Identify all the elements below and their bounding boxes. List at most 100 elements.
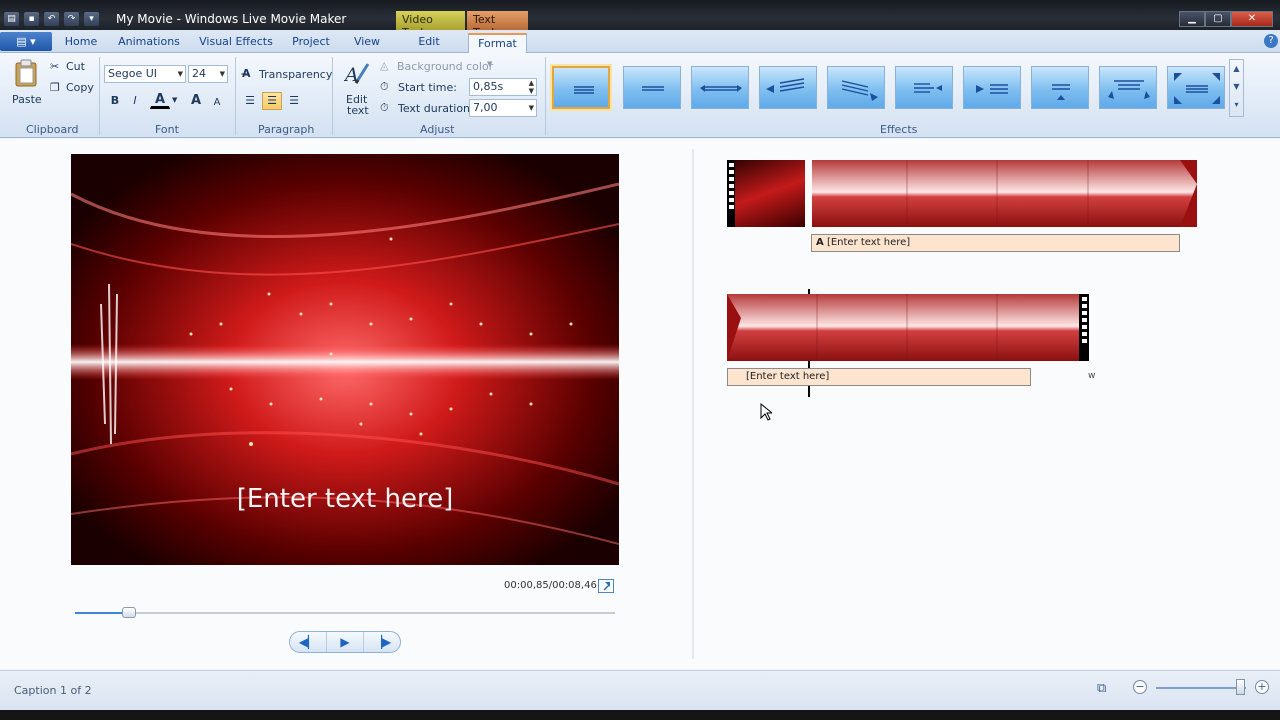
playback-controls: ◀▏ ▶ ▕▶ xyxy=(289,631,401,653)
zoom-out-button[interactable]: − xyxy=(1133,680,1147,694)
tab-edit[interactable]: Edit xyxy=(407,33,451,53)
adjust-group-label: Adjust xyxy=(420,123,455,136)
seek-handle[interactable] xyxy=(122,607,136,618)
start-time-value: 0,85s xyxy=(473,80,504,93)
app-icon[interactable]: ▤ xyxy=(4,12,19,26)
scroll-up-icon[interactable]: ▲ xyxy=(1230,60,1243,78)
storyboard-clip-2[interactable] xyxy=(812,160,1197,227)
edit-text-label-2[interactable]: text xyxy=(347,104,369,117)
help-icon[interactable]: ? xyxy=(1264,34,1278,48)
tab-view[interactable]: View xyxy=(349,33,385,53)
cut-button[interactable]: Cut xyxy=(66,60,85,73)
caption-bar-2[interactable]: [Enter text here] xyxy=(727,368,1031,386)
separator xyxy=(99,57,100,135)
save-icon[interactable]: ▪ xyxy=(24,12,39,26)
film-strip-icon xyxy=(727,160,735,227)
effects-gallery-scroll[interactable]: ▲ ▼ ▾ xyxy=(1229,59,1244,117)
bold-button[interactable]: B xyxy=(106,92,124,110)
font-family-value: Segoe UI xyxy=(108,67,158,80)
effect-scroll[interactable] xyxy=(691,66,749,109)
pane-divider[interactable] xyxy=(692,149,694,659)
redo-icon[interactable]: ↷ xyxy=(64,12,79,26)
zoom-slider-thumb[interactable] xyxy=(1235,679,1245,695)
chevron-down-icon: ▼ xyxy=(487,60,493,68)
storyboard-clip-3[interactable] xyxy=(727,294,1089,361)
effect-cinematic[interactable] xyxy=(623,66,681,109)
spinner-icon[interactable]: ▲ ▼ xyxy=(529,79,534,95)
align-center-button[interactable]: ☰ xyxy=(262,92,282,110)
italic-button[interactable]: I xyxy=(126,92,144,110)
separator xyxy=(332,57,333,135)
context-text-tools: Text Tools xyxy=(467,11,528,39)
more-icon[interactable]: ▾ xyxy=(1230,96,1243,114)
effect-rise[interactable] xyxy=(1099,66,1157,109)
effect-none[interactable] xyxy=(552,66,610,109)
clip-2-thumbnails xyxy=(812,160,1197,227)
shrink-font-button[interactable]: A xyxy=(208,94,226,112)
text-duration-label: Text duration: xyxy=(398,102,474,115)
seek-bar[interactable] xyxy=(75,612,615,614)
effect-expand[interactable] xyxy=(1167,66,1225,109)
scroll-down-icon[interactable]: ▼ xyxy=(1230,78,1243,96)
quick-access-toolbar: ▤ ▪ ↶ ↷ ▾ xyxy=(4,12,99,26)
window-controls: ▁ ▢ ✕ xyxy=(1179,11,1273,27)
clipboard-group-label: Clipboard xyxy=(26,123,79,136)
start-time-label: Start time: xyxy=(398,81,457,94)
previous-frame-button[interactable]: ◀▏ xyxy=(290,632,327,652)
application-menu-button[interactable]: ▤ ▾ xyxy=(0,32,52,51)
transparency-icon[interactable]: A̶ xyxy=(242,67,251,80)
grow-font-button[interactable]: A xyxy=(186,92,206,110)
close-button[interactable]: ✕ xyxy=(1231,11,1273,27)
clip-3-thumbnails xyxy=(727,294,1079,361)
caption-1-text: [Enter text here] xyxy=(826,237,911,248)
font-size-select[interactable]: 24 ▼ xyxy=(188,65,228,83)
next-frame-button[interactable]: ▕▶ xyxy=(364,632,400,652)
play-button[interactable]: ▶ xyxy=(327,632,364,652)
effect-fly-in-right[interactable] xyxy=(827,66,885,109)
tab-project[interactable]: Project xyxy=(288,33,334,53)
transparency-button[interactable]: Transparency xyxy=(259,68,332,81)
effect-swing[interactable] xyxy=(963,66,1021,109)
font-color-button[interactable]: A xyxy=(150,91,170,109)
minimize-button[interactable]: ▁ xyxy=(1179,11,1205,27)
effect-stretch[interactable] xyxy=(1031,66,1089,109)
tab-home[interactable]: Home xyxy=(60,33,102,53)
chevron-down-icon[interactable]: ▼ xyxy=(172,96,177,104)
font-family-select[interactable]: Segoe UI ▼ xyxy=(104,65,186,83)
time-readout: 00:00,85/00:08,46 xyxy=(504,580,597,591)
edit-text-icon[interactable]: A xyxy=(343,61,370,87)
undo-icon[interactable]: ↶ xyxy=(44,12,59,26)
scissors-icon[interactable]: ✂ xyxy=(50,60,59,73)
zoom-in-button[interactable]: + xyxy=(1255,680,1269,694)
align-right-button[interactable]: ☰ xyxy=(284,92,304,110)
workspace: [Enter text here] 00:00,85/00:08,46 ◀▏ ▶… xyxy=(0,139,1280,669)
fullscreen-icon[interactable] xyxy=(598,579,614,593)
chevron-down-icon: ▼ xyxy=(177,70,183,78)
preview-caption-text[interactable]: [Enter text here] xyxy=(71,484,619,514)
font-group-label: Font xyxy=(155,123,179,136)
caption-bar-1[interactable]: A [Enter text here] xyxy=(811,234,1180,252)
zoom-slider[interactable] xyxy=(1156,687,1246,689)
tab-visual-effects[interactable]: Visual Effects xyxy=(198,33,274,53)
effect-zoom[interactable] xyxy=(895,66,953,109)
align-left-button[interactable]: ☰ xyxy=(240,92,260,110)
paste-icon[interactable] xyxy=(14,59,38,87)
maximize-button[interactable]: ▢ xyxy=(1205,11,1231,27)
separator xyxy=(545,57,546,135)
video-preview[interactable]: [Enter text here] xyxy=(71,154,619,565)
caption-2-text: [Enter text here] xyxy=(746,371,830,382)
tab-format[interactable]: Format xyxy=(468,33,527,53)
copy-button[interactable]: Copy xyxy=(66,81,94,94)
storyboard-clip-1[interactable] xyxy=(727,160,805,227)
text-duration-icon: ⏱ xyxy=(380,101,389,114)
customize-qat-icon[interactable]: ▾ xyxy=(84,12,99,26)
start-time-icon: ⏱ xyxy=(380,80,389,93)
copy-icon[interactable]: ❐ xyxy=(50,81,60,94)
start-time-input[interactable]: 0,85s ▲ ▼ xyxy=(469,78,537,96)
paste-button[interactable]: Paste xyxy=(12,93,42,106)
storyboard-view-icon[interactable]: ⧉ xyxy=(1097,681,1106,696)
text-duration-select[interactable]: 7,00 ▼ xyxy=(469,99,537,117)
font-size-value: 24 xyxy=(192,67,206,80)
effect-fly-in-left[interactable] xyxy=(759,66,817,109)
tab-animations[interactable]: Animations xyxy=(115,33,183,53)
